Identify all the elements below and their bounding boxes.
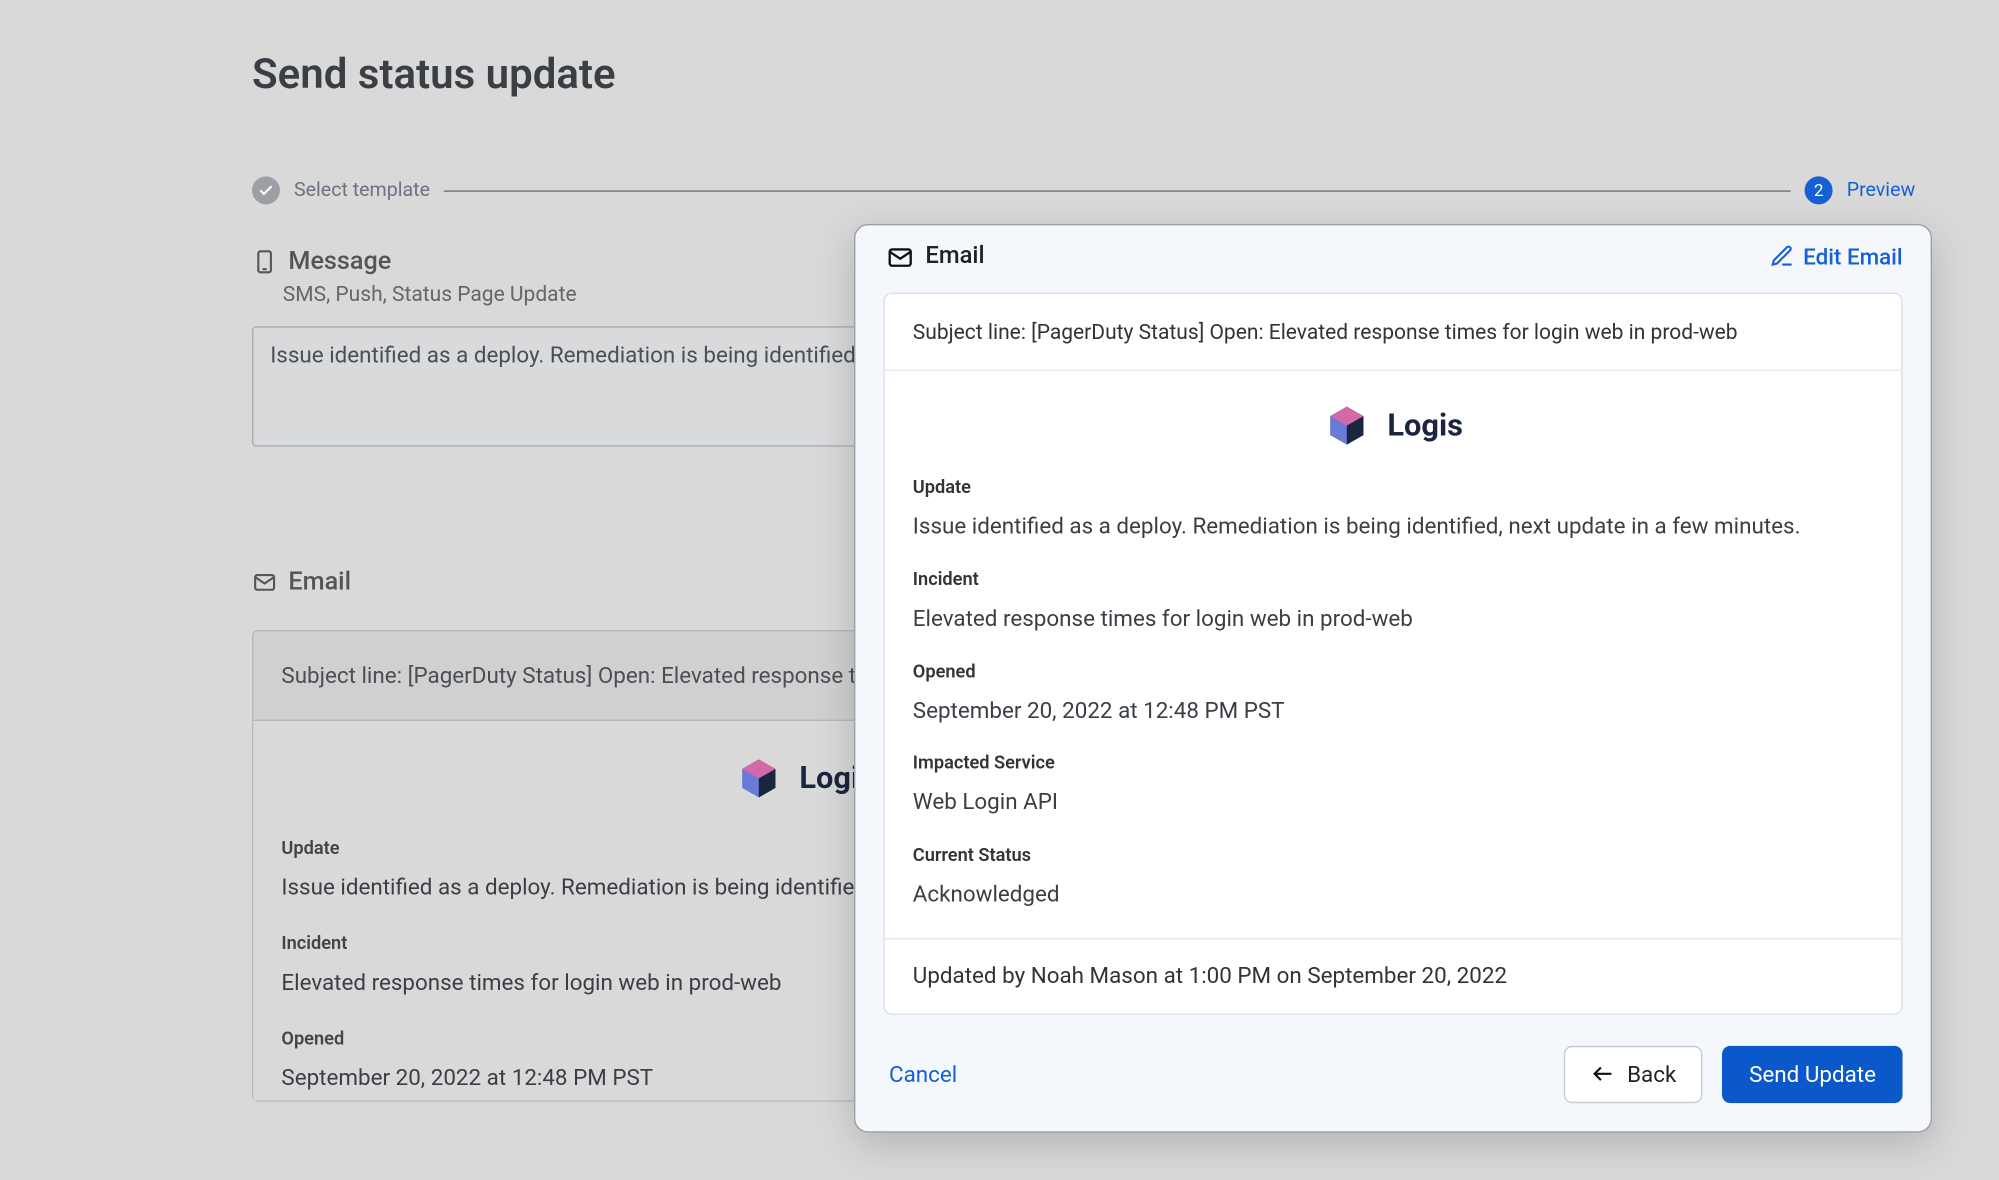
modal-subject-row: Subject line: [PagerDuty Status] Open: E…	[885, 294, 1901, 371]
subject-prefix: Subject line:	[913, 319, 1031, 344]
logis-logo-icon	[735, 755, 783, 803]
email-preview-card: Subject line: [PagerDuty Status] Open: E…	[883, 293, 1902, 1015]
back-button[interactable]: Back	[1564, 1046, 1703, 1103]
value-opened: September 20, 2022 at 12:48 PM PST	[913, 694, 1873, 729]
edit-email-button[interactable]: Edit Email	[1770, 243, 1903, 270]
stepper: Select template 2 Preview	[252, 176, 1915, 204]
label-incident: Incident	[913, 570, 1873, 591]
step-2-label: Preview	[1847, 179, 1915, 201]
message-title: Message	[288, 246, 391, 275]
mail-icon	[252, 569, 277, 594]
page-title: Send status update	[252, 50, 616, 99]
value-update: Issue identified as a deploy. Remediatio…	[913, 510, 1873, 545]
modal-title: Email	[925, 242, 984, 270]
step-1-circle	[252, 176, 280, 204]
step-2-circle: 2	[1805, 176, 1833, 204]
pencil-icon	[1770, 244, 1795, 269]
stepper-line	[444, 190, 1791, 191]
logis-logo-icon	[1323, 402, 1371, 450]
email-preview-modal: Email Edit Email Subject line: [PagerDut…	[854, 224, 1932, 1133]
smartphone-icon	[252, 249, 277, 274]
label-opened: Opened	[913, 662, 1873, 683]
arrow-left-icon	[1591, 1062, 1616, 1087]
subject-text: [PagerDuty Status] Open: Elevated respon…	[1031, 319, 1737, 344]
logo-name: Logis	[1387, 408, 1463, 443]
cancel-button[interactable]: Cancel	[889, 1061, 957, 1088]
send-update-button[interactable]: Send Update	[1723, 1046, 1903, 1103]
logo-row: Logis	[913, 402, 1873, 450]
mail-icon	[886, 244, 911, 269]
updated-by: Updated by Noah Mason at 1:00 PM on Sept…	[885, 938, 1901, 1014]
value-status: Acknowledged	[913, 878, 1873, 913]
email-title: Email	[288, 567, 351, 596]
step-1-label: Select template	[294, 179, 430, 201]
value-impacted: Web Login API	[913, 786, 1873, 821]
label-update: Update	[913, 477, 1873, 498]
edit-email-label: Edit Email	[1803, 243, 1902, 270]
subject-prefix: Subject line:	[281, 662, 407, 689]
check-icon	[258, 182, 275, 199]
value-incident: Elevated response times for login web in…	[913, 602, 1873, 637]
label-impacted: Impacted Service	[913, 754, 1873, 775]
label-status: Current Status	[913, 846, 1873, 867]
back-label: Back	[1627, 1061, 1676, 1088]
